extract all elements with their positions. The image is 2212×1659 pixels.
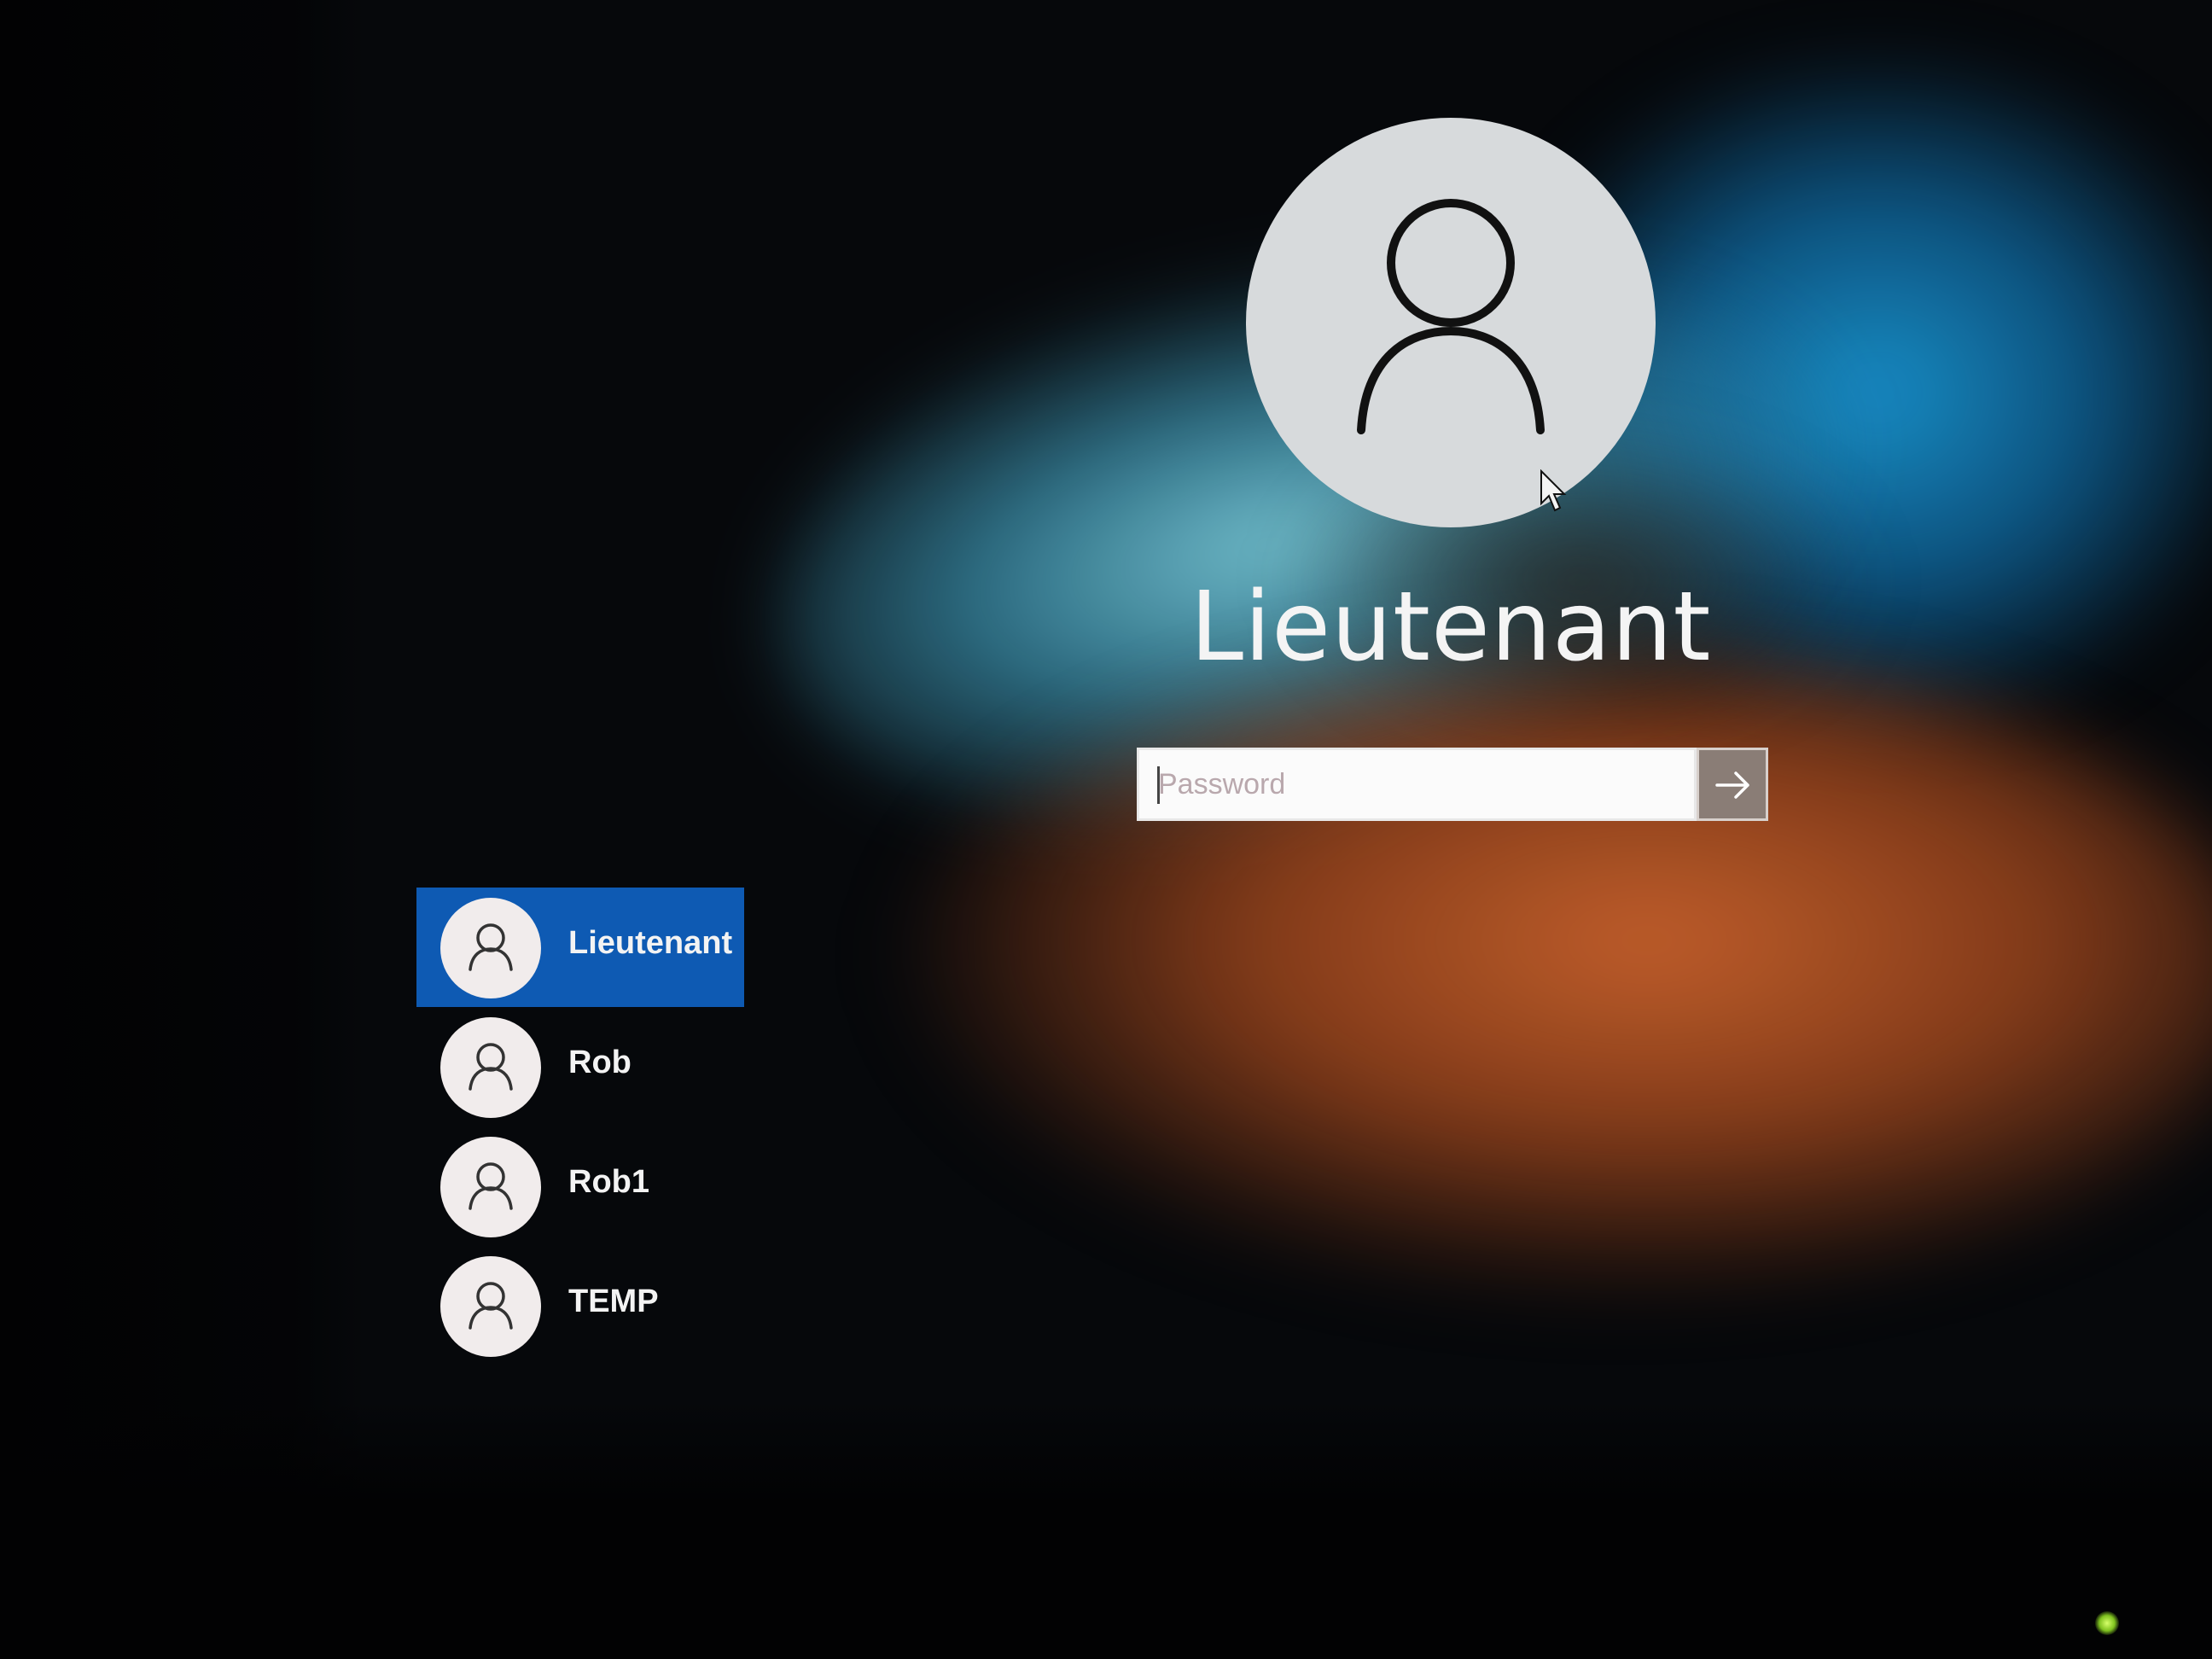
lock-screen: Lieutenant Lieutenant Rob Rob1 TEMP <box>0 0 2212 1659</box>
user-name: Rob <box>568 1045 632 1080</box>
password-row <box>1137 748 1768 821</box>
password-input[interactable] <box>1137 748 1697 821</box>
user-item-rob[interactable]: Rob <box>416 1007 744 1126</box>
user-icon <box>469 1162 513 1210</box>
current-user-name: Lieutenant <box>1190 572 1712 683</box>
user-icon <box>1357 199 1545 434</box>
text-caret <box>1157 766 1160 804</box>
user-name: Lieutenant <box>568 925 733 961</box>
power-led-icon <box>2095 1611 2119 1635</box>
user-icon <box>469 1282 513 1330</box>
user-name: TEMP <box>568 1284 659 1319</box>
user-icon <box>469 923 513 971</box>
user-icon <box>469 1043 513 1091</box>
avatar <box>440 898 541 998</box>
user-item-temp[interactable]: TEMP <box>416 1246 744 1365</box>
submit-button[interactable] <box>1697 748 1768 821</box>
avatar <box>440 1017 541 1118</box>
current-user-avatar <box>1246 118 1656 527</box>
user-name: Rob1 <box>568 1164 649 1200</box>
user-item-rob1[interactable]: Rob1 <box>416 1126 744 1246</box>
mouse-cursor-icon <box>1540 469 1567 512</box>
user-list: Lieutenant Rob Rob1 TEMP <box>416 888 744 1365</box>
avatar <box>440 1256 541 1357</box>
user-item-lieutenant[interactable]: Lieutenant <box>416 888 744 1007</box>
arrow-right-icon <box>1715 771 1749 799</box>
wallpaper-shade-bottom <box>0 1400 2212 1659</box>
wallpaper-blob-orange <box>896 649 2212 1297</box>
avatar <box>440 1137 541 1237</box>
